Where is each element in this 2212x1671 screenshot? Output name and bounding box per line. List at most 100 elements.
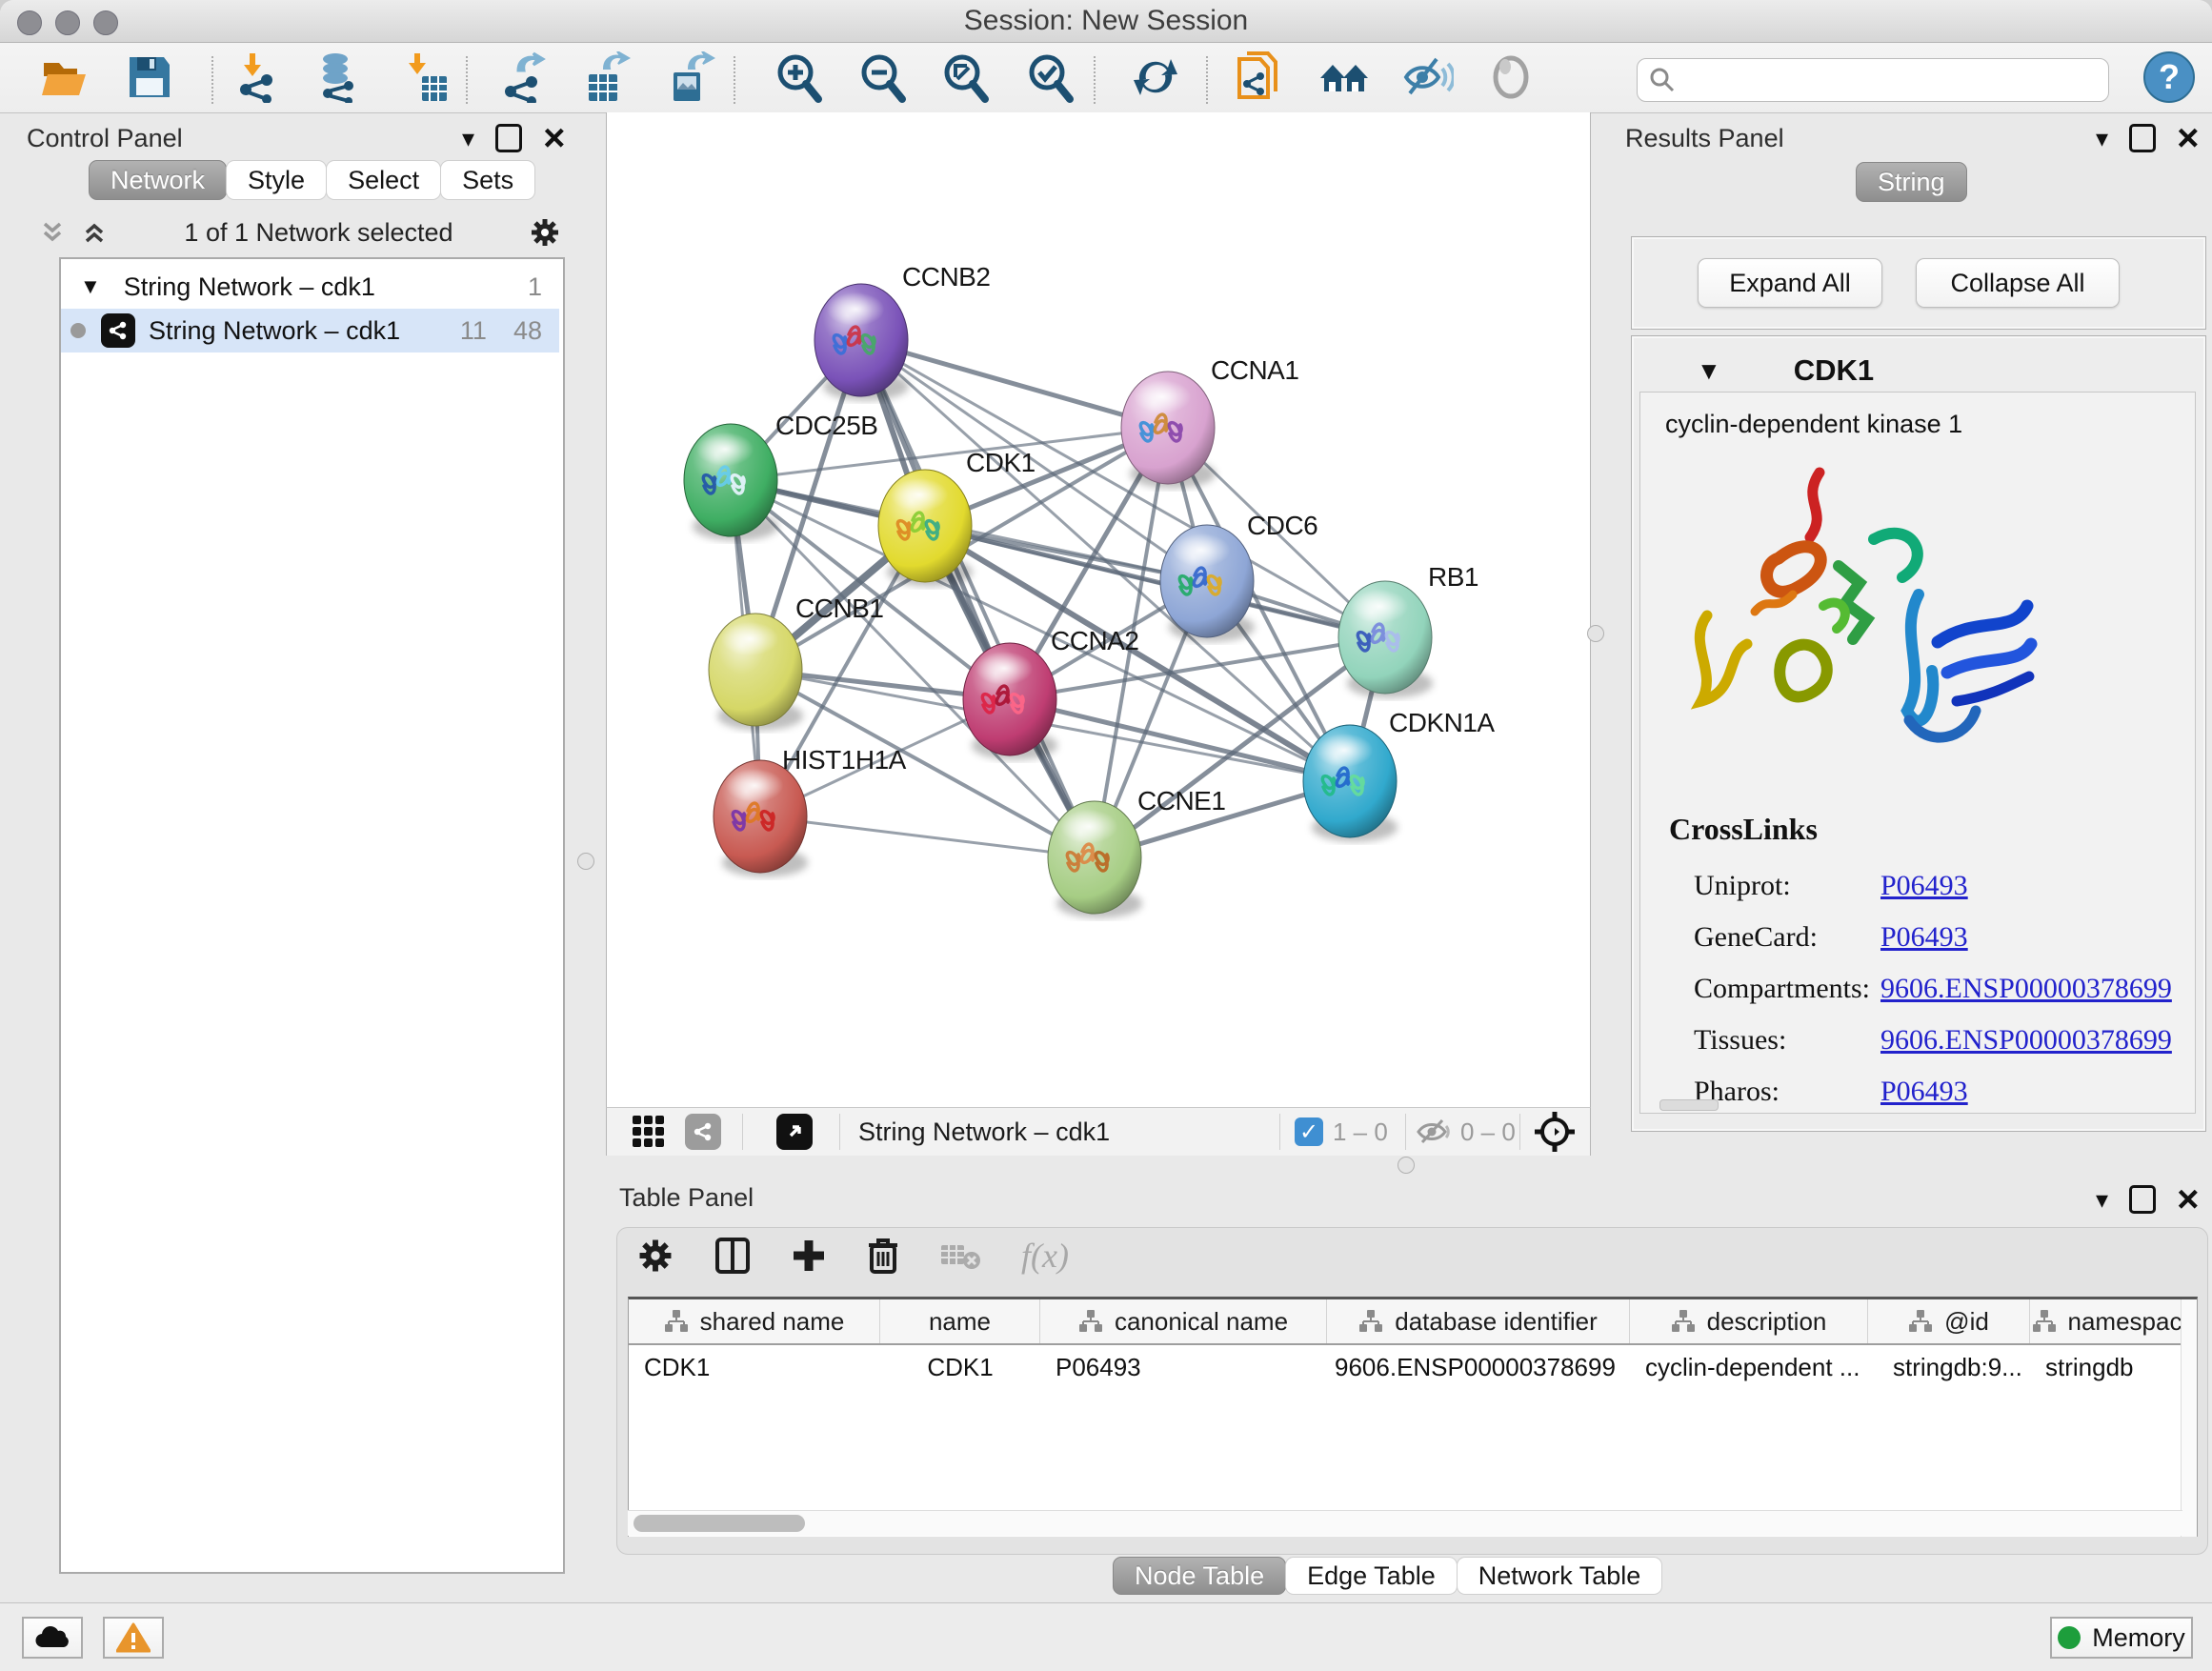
float-panel-icon[interactable] [495, 124, 522, 152]
export-table-icon[interactable] [580, 50, 633, 104]
table-vertical-scrollbar[interactable] [2181, 1299, 2197, 1537]
network-collection-row[interactable]: ▼ String Network – cdk1 1 [61, 265, 559, 309]
collapse-all-button[interactable]: Collapse All [1916, 258, 2120, 308]
column-header[interactable]: database identifier [1327, 1299, 1630, 1343]
table-row[interactable]: CDK1 CDK1 P06493 9606.ENSP00000378699 cy… [629, 1345, 2197, 1389]
close-panel-icon[interactable]: × [543, 127, 565, 150]
column-header[interactable]: name [880, 1299, 1040, 1343]
collapse-panel-icon[interactable]: ▾ [2096, 126, 2108, 151]
tab-network-table[interactable]: Network Table [1457, 1557, 1663, 1595]
zoom-in-icon[interactable] [772, 50, 825, 104]
add-column-icon[interactable] [791, 1238, 827, 1274]
crosslink-link[interactable]: 9606.ENSP00000378699 [1880, 1024, 2172, 1057]
selected-checkbox-icon[interactable]: ✓ [1295, 1117, 1323, 1146]
cloud-button[interactable] [22, 1617, 83, 1659]
crosslink-label: Tissues: [1694, 1024, 1880, 1057]
crosslink-row: Tissues: 9606.ENSP00000378699 [1669, 1015, 2174, 1066]
scrollbar-thumb[interactable] [633, 1515, 805, 1532]
hidden-counts: 0 – 0 [1460, 1117, 1516, 1147]
network-badge-icon[interactable] [685, 1108, 721, 1156]
export-network-icon[interactable] [498, 50, 552, 104]
collapse-all-icon[interactable] [38, 218, 67, 247]
column-header[interactable]: @id [1868, 1299, 2030, 1343]
import-network-from-database-icon[interactable] [312, 50, 365, 104]
crosslink-link[interactable]: P06493 [1880, 921, 1968, 954]
tab-network[interactable]: Network [89, 160, 227, 200]
bottom-splitter-handle[interactable] [1398, 1157, 1415, 1174]
gene-header[interactable]: ▼ CDK1 [1632, 353, 2205, 388]
homes-icon[interactable] [1317, 50, 1371, 104]
network-status-dot [70, 323, 86, 338]
current-network-label: String Network – cdk1 [858, 1108, 1110, 1156]
grid-view-icon[interactable] [632, 1108, 666, 1156]
birdseye-view-icon[interactable] [776, 1108, 813, 1156]
import-table-icon[interactable] [398, 50, 452, 104]
svg-text:?: ? [2159, 57, 2180, 96]
zoom-fit-icon[interactable] [938, 50, 992, 104]
expander-icon[interactable]: ▼ [80, 274, 101, 299]
svg-text:CDK1: CDK1 [966, 448, 1036, 477]
crosshair-icon[interactable] [1533, 1108, 1577, 1156]
zoom-selected-icon[interactable] [1023, 50, 1076, 104]
tab-sets[interactable]: Sets [440, 160, 535, 200]
gear-icon[interactable] [636, 1237, 674, 1275]
share-document-icon[interactable] [1233, 50, 1286, 104]
column-header[interactable]: shared name [629, 1299, 880, 1343]
save-session-icon[interactable] [123, 50, 176, 104]
column-header[interactable]: description [1630, 1299, 1868, 1343]
split-columns-icon[interactable] [714, 1237, 751, 1275]
close-panel-icon[interactable]: × [2177, 127, 2199, 150]
show-all-icon[interactable] [1484, 50, 1538, 104]
delete-column-icon[interactable] [867, 1237, 899, 1275]
open-session-icon[interactable] [38, 50, 91, 104]
crosslink-link[interactable]: 9606.ENSP00000378699 [1880, 973, 2172, 1005]
column-header[interactable]: canonical name [1040, 1299, 1327, 1343]
table-horizontal-scrollbar[interactable] [628, 1510, 2182, 1536]
svg-text:CDKN1A: CDKN1A [1389, 708, 1495, 737]
status-bar: Memory [0, 1602, 2212, 1671]
tab-node-table[interactable]: Node Table [1113, 1557, 1286, 1595]
collapse-panel-icon[interactable]: ▾ [2096, 1187, 2108, 1212]
help-icon[interactable]: ? [2142, 50, 2196, 104]
expand-all-button[interactable]: Expand All [1698, 258, 1882, 308]
zoom-out-icon[interactable] [855, 50, 909, 104]
memory-button[interactable]: Memory [2050, 1617, 2193, 1659]
import-network-icon[interactable] [231, 50, 285, 104]
warning-button[interactable] [103, 1617, 164, 1659]
hidden-eye-icon [1417, 1117, 1451, 1146]
column-header[interactable]: namespac [2030, 1299, 2183, 1343]
network-row-selected[interactable]: String Network – cdk1 11 48 [61, 309, 559, 352]
tab-edge-table[interactable]: Edge Table [1285, 1557, 1458, 1595]
tab-style[interactable]: Style [226, 160, 327, 200]
network-canvas[interactable]: CCNB2CCNA1CDC25BCDK1CDC6RB1CCNB1CCNA2CDK… [606, 112, 1591, 1107]
export-image-icon[interactable] [663, 50, 716, 104]
hidden-count-group: 0 – 0 [1417, 1108, 1516, 1156]
expand-all-icon[interactable] [80, 218, 109, 247]
search-input[interactable] [1685, 65, 2099, 96]
left-splitter-handle[interactable] [577, 853, 594, 870]
window-title: Session: New Session [0, 0, 2212, 42]
crosslink-link[interactable]: P06493 [1880, 870, 1968, 902]
collapse-panel-icon[interactable]: ▾ [462, 126, 474, 151]
function-builder-icon: f(x) [1021, 1236, 1069, 1276]
crosslink-link[interactable]: P06493 [1880, 1076, 1968, 1108]
control-panel-tabs: NetworkStyleSelectSets [89, 160, 534, 200]
mini-scrollbar[interactable] [1659, 1099, 1719, 1111]
refresh-icon[interactable] [1129, 50, 1182, 104]
float-panel-icon[interactable] [2129, 1185, 2156, 1214]
table-header-row: shared name name canonical name database… [629, 1299, 2197, 1345]
gear-icon[interactable] [529, 216, 561, 249]
right-splitter-handle[interactable] [1587, 625, 1604, 642]
delete-table-icon [939, 1239, 981, 1272]
results-buttons-box: Expand All Collapse All [1631, 236, 2206, 330]
control-panel-title: Control Panel [27, 124, 183, 153]
expander-icon[interactable]: ▼ [1697, 356, 1721, 386]
float-panel-icon[interactable] [2129, 124, 2156, 152]
close-panel-icon[interactable]: × [2177, 1188, 2199, 1211]
tab-string[interactable]: String [1856, 162, 1967, 202]
results-panel-title: Results Panel [1625, 124, 1784, 153]
crosslink-row: Pharos: P06493 [1669, 1066, 2174, 1117]
table-tabs: Node TableEdge TableNetwork Table [1113, 1557, 1661, 1595]
hide-selected-icon[interactable] [1401, 50, 1455, 104]
tab-select[interactable]: Select [326, 160, 441, 200]
